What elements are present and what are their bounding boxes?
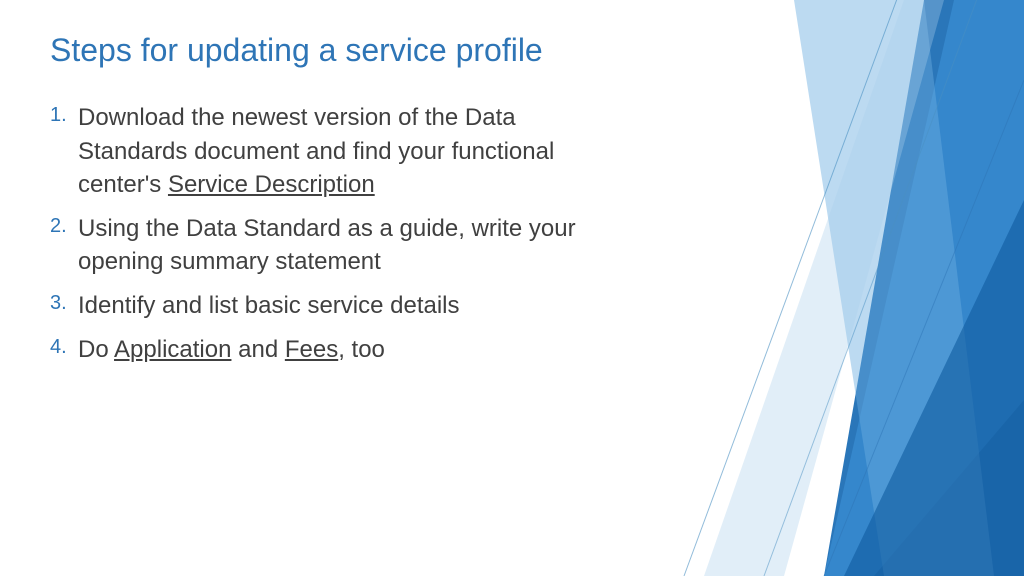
slide-content: Steps for updating a service profile Dow…	[0, 0, 680, 408]
slide-title: Steps for updating a service profile	[50, 32, 630, 69]
link-fees: Fees	[285, 336, 338, 363]
background-facet-decoration	[644, 0, 1024, 576]
step-item: Identify and list basic service details	[50, 289, 630, 323]
link-application: Application	[114, 336, 231, 363]
step-item: Download the newest version of the Data …	[50, 101, 630, 202]
link-service-description: Service Description	[168, 171, 375, 198]
steps-list: Download the newest version of the Data …	[50, 101, 630, 366]
step-item: Using the Data Standard as a guide, writ…	[50, 212, 630, 279]
step-item: Do Application and Fees, too	[50, 333, 630, 367]
